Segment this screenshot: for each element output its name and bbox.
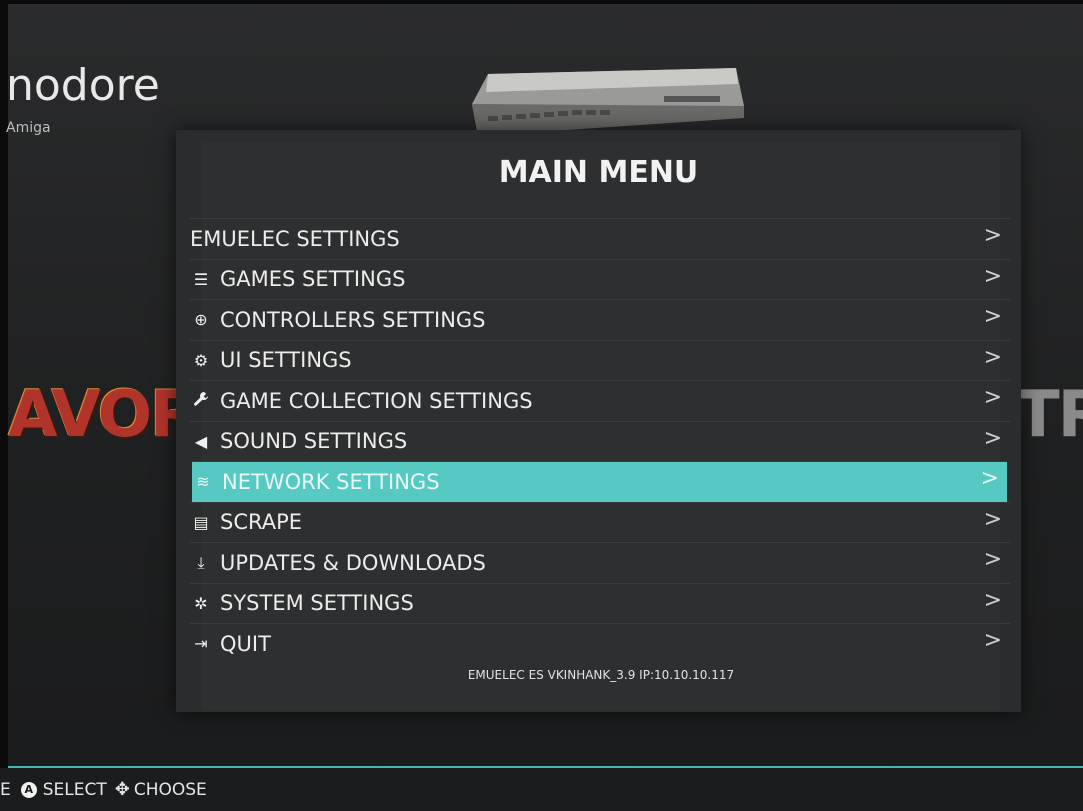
menu-item-scrape[interactable]: ▤ SCRAPE >	[190, 501, 1010, 543]
chevron-right-icon: >	[980, 466, 999, 491]
next-system-logo: TRA	[1016, 378, 1083, 452]
sliders-icon: ☰	[193, 269, 209, 289]
menu-item-label: GAME COLLECTION SETTINGS	[220, 388, 533, 413]
menu-item-updates-downloads[interactable]: ⤓ UPDATES & DOWNLOADS >	[190, 542, 1010, 583]
menu-item-label: SCRAPE	[220, 510, 303, 535]
menu-title: MAIN MENU	[498, 155, 699, 190]
chevron-right-icon: >	[983, 263, 1002, 289]
menu-item-controllers-settings[interactable]: ⊕ CONTROLLERS SETTINGS >	[190, 299, 1010, 340]
chevron-right-icon: >	[983, 344, 1002, 370]
gamepad-icon: ⊕	[194, 310, 208, 330]
menu-item-label: CONTROLLERS SETTINGS	[220, 307, 486, 332]
system-subtitle: Amiga	[6, 120, 51, 136]
menu-list: EMUELEC SETTINGS > ☰ GAMES SETTINGS > ⊕ …	[190, 218, 1010, 664]
menu-item-label: SOUND SETTINGS	[220, 429, 408, 454]
ui-gears-icon: ⚙	[193, 350, 209, 370]
wrench-icon	[190, 391, 212, 411]
menu-item-quit[interactable]: ⇥ QUIT >	[190, 623, 1010, 664]
a-button-icon: A	[20, 781, 37, 798]
menu-item-label: SYSTEM SETTINGS	[220, 591, 414, 616]
bezel-top	[0, 0, 1083, 4]
system-title: nodore	[6, 60, 160, 111]
menu-item-label: EMUELEC SETTINGS	[190, 226, 400, 251]
help-select-label: SELECT	[42, 779, 107, 800]
menu-item-emuelec-settings[interactable]: EMUELEC SETTINGS >	[190, 218, 1010, 259]
scrape-icon: ▤	[193, 512, 209, 532]
quit-icon: ⇥	[194, 634, 208, 654]
menu-item-label: UPDATES & DOWNLOADS	[220, 550, 486, 575]
menu-item-sound-settings[interactable]: ◀ SOUND SETTINGS >	[190, 420, 1010, 462]
chevron-right-icon: >	[983, 628, 1002, 653]
help-choose-label: CHOOSE	[133, 779, 207, 800]
chevron-right-icon: >	[983, 547, 1002, 572]
console-image	[472, 68, 744, 136]
menu-item-label: UI SETTINGS	[220, 348, 352, 373]
help-prompts: E A SELECT ✥ CHOOSE	[0, 779, 207, 800]
menu-item-label: GAMES SETTINGS	[220, 267, 406, 292]
menu-item-label: NETWORK SETTINGS	[222, 469, 440, 494]
chevron-right-icon: >	[983, 304, 1002, 329]
system-gears-icon: ✲	[194, 593, 208, 613]
chevron-right-icon: >	[983, 587, 1002, 613]
menu-item-system-settings[interactable]: ✲ SYSTEM SETTINGS >	[190, 582, 1010, 624]
chevron-right-icon: >	[983, 223, 1002, 248]
emulationstation-screen: nodore Amiga AVORI TRA MAIN MENU EMUELEC…	[0, 0, 1083, 811]
wifi-icon: ≋	[196, 472, 210, 492]
menu-item-game-collection-settings[interactable]: GAME COLLECTION SETTINGS >	[190, 380, 1010, 421]
chevron-right-icon: >	[983, 385, 1002, 410]
version-ip-footer: EMUELEC ES VKINHANK_3.9 IP:10.10.10.117	[467, 668, 735, 682]
menu-item-label: QUIT	[220, 631, 271, 656]
menu-item-games-settings[interactable]: ☰ GAMES SETTINGS >	[190, 258, 1010, 300]
download-icon: ⤓	[197, 552, 205, 572]
chevron-right-icon: >	[983, 506, 1002, 532]
speaker-icon: ◀	[194, 431, 208, 451]
help-prompt-cutoff: E	[0, 779, 11, 800]
dpad-icon: ✥	[114, 779, 130, 800]
menu-item-network-settings[interactable]: ≋ NETWORK SETTINGS >	[192, 461, 1007, 502]
menu-item-ui-settings[interactable]: ⚙ UI SETTINGS >	[190, 339, 1010, 381]
chevron-right-icon: >	[983, 425, 1002, 451]
